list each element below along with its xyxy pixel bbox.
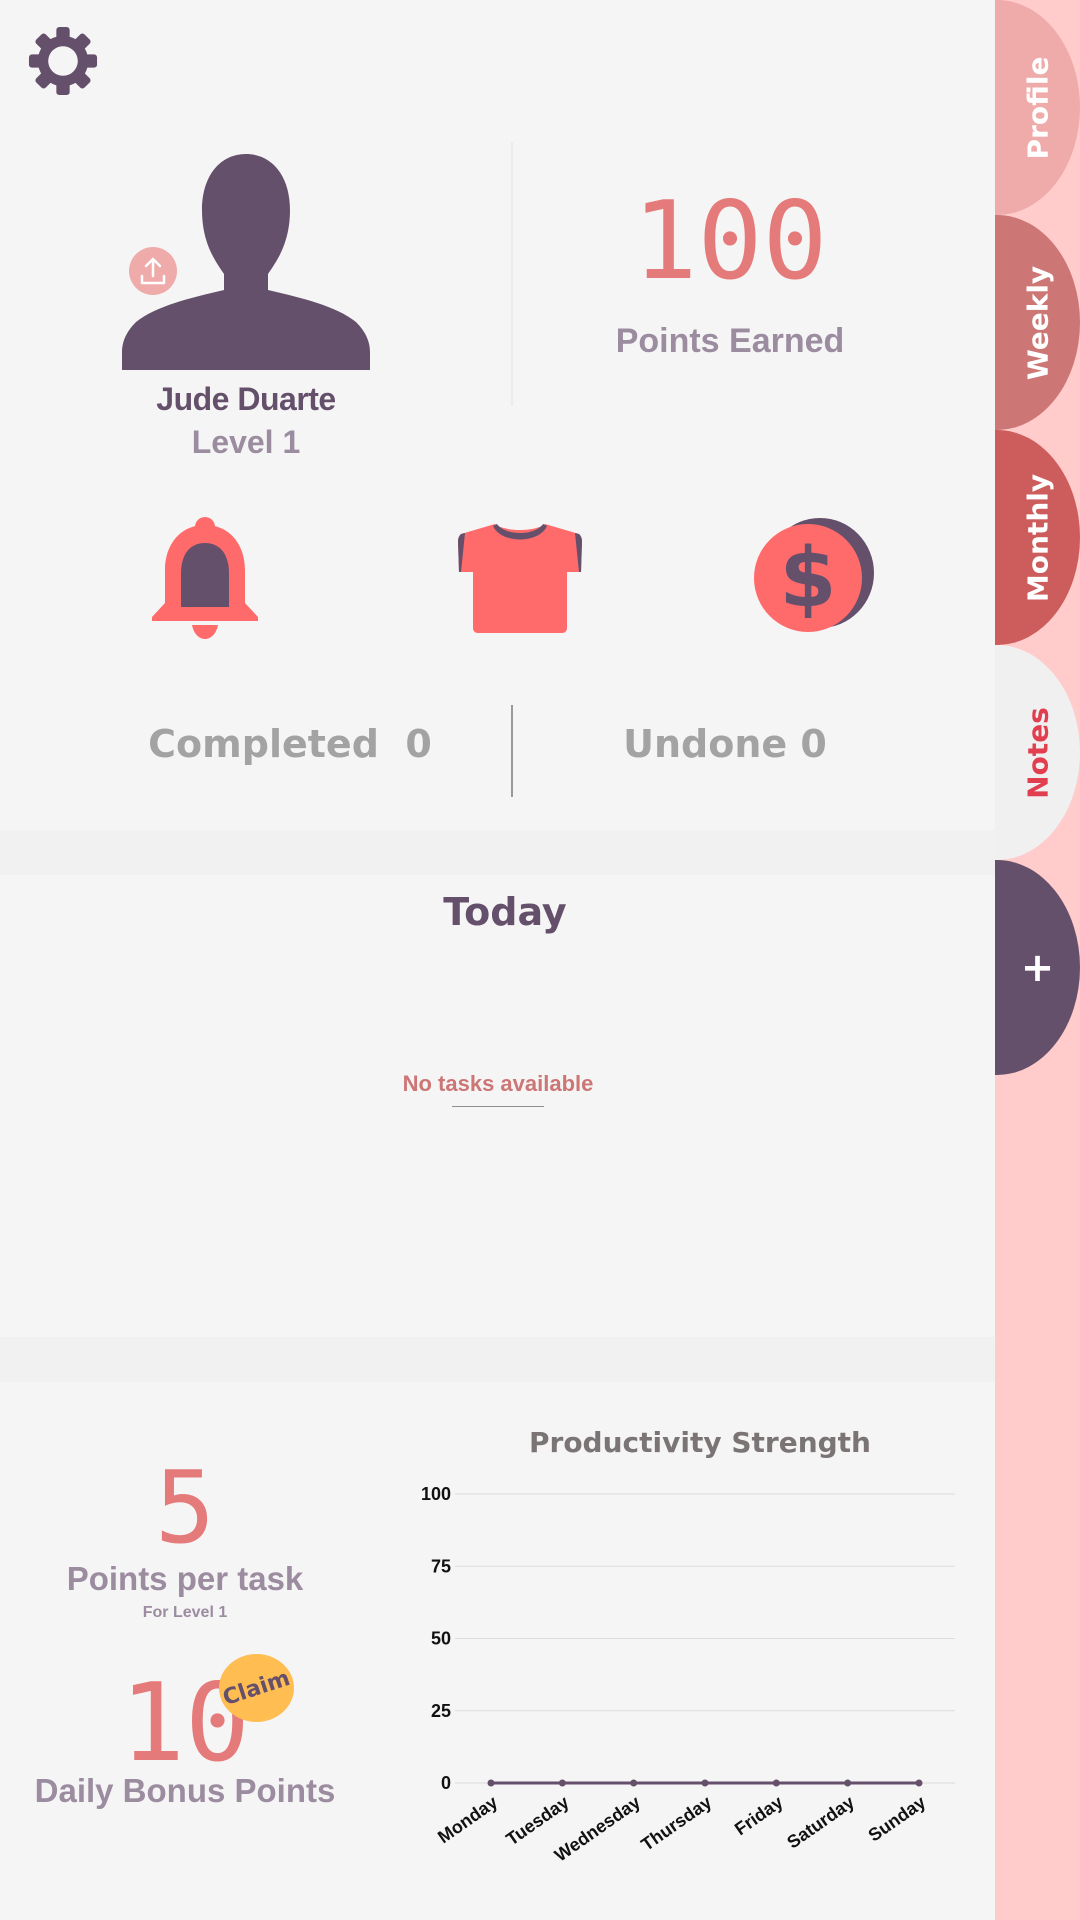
data-point: [772, 1779, 780, 1787]
y-tick-label: 50: [431, 1629, 451, 1649]
svg-text:$: $: [779, 531, 836, 626]
chart-title: Productivity Strength: [528, 1426, 871, 1459]
points-earned-value: 100: [632, 179, 828, 304]
coin-icon[interactable]: $: [752, 518, 877, 636]
completed-count: Completed 0: [120, 722, 460, 766]
data-point: [915, 1779, 923, 1787]
y-tick-label: 0: [441, 1773, 451, 1793]
x-tick-label: Monday: [434, 1792, 501, 1847]
user-name: Jude Duarte: [156, 381, 336, 417]
x-tick-label: Saturday: [783, 1792, 858, 1853]
data-point: [630, 1779, 638, 1787]
today-title: Today: [443, 890, 567, 934]
data-point: [844, 1779, 852, 1787]
plus-icon: +: [1020, 944, 1055, 991]
x-tick-label: Friday: [731, 1792, 787, 1839]
x-tick-label: Sunday: [865, 1792, 930, 1846]
section-separator: [0, 1337, 995, 1382]
claim-label: Claim: [219, 1665, 294, 1711]
section-separator: [0, 830, 995, 875]
tab-profile-label: Profile: [1021, 56, 1054, 159]
productivity-chart: 0255075100Monday TuesdayWednesdayThursday…: [421, 1484, 955, 1865]
empty-tasks-message: No tasks available: [402, 1071, 594, 1096]
daily-bonus-label: Daily Bonus Points: [34, 1772, 336, 1809]
bell-icon[interactable]: [150, 515, 260, 640]
undone-label: Undone: [623, 722, 788, 766]
undone-value: 0: [800, 722, 827, 766]
y-tick-label: 100: [421, 1484, 451, 1504]
points-per-task-label: Points per task: [66, 1560, 304, 1597]
x-tick-label: Thursday: [637, 1792, 715, 1855]
points-per-task-subtitle: For Level 1: [142, 1604, 228, 1621]
upload-icon: [140, 257, 166, 285]
divider: [511, 705, 513, 797]
data-point: [487, 1779, 495, 1787]
claim-button[interactable]: Claim: [219, 1654, 294, 1722]
completed-label: Completed: [148, 722, 379, 766]
gear-icon[interactable]: [26, 24, 100, 98]
points-earned-label: Points Earned: [615, 322, 845, 360]
points-per-task-value: 5: [154, 1449, 216, 1566]
data-point: [558, 1779, 566, 1787]
tab-monthly-label: Monthly: [1021, 473, 1054, 602]
undone-count: Undone 0: [560, 722, 890, 766]
completed-value: 0: [405, 722, 432, 766]
y-tick-label: 25: [431, 1701, 451, 1721]
shirt-icon[interactable]: [455, 520, 585, 635]
divider: [511, 142, 513, 406]
divider: [452, 1106, 544, 1107]
y-tick-label: 75: [431, 1556, 451, 1576]
upload-button[interactable]: [129, 247, 177, 295]
tab-weekly-label: Weekly: [1021, 265, 1054, 380]
data-point: [701, 1779, 709, 1787]
user-level: Level 1: [191, 424, 301, 460]
tab-notes-label: Notes: [1021, 706, 1054, 799]
